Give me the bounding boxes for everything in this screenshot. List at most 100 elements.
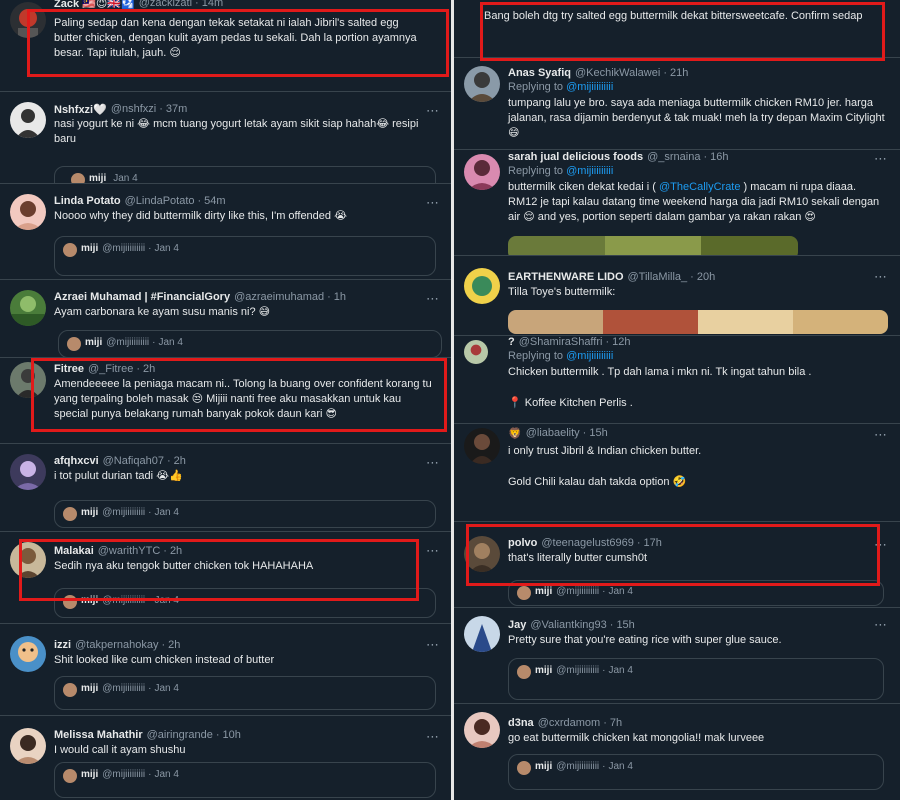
author-handle[interactable]: @zackizati	[139, 0, 192, 9]
author-handle[interactable]: @warithYTC	[98, 545, 161, 557]
avatar[interactable]	[10, 636, 46, 672]
tweet-bittersweet[interactable]: Bang boleh dtg try salted egg buttermilk…	[454, 0, 900, 58]
tweet-azraei[interactable]: ⋯ Azraei Muhamad | #FinancialGory @azrae…	[0, 280, 452, 358]
tweet-time[interactable]: 7h	[610, 717, 622, 729]
author-handle[interactable]: @azraeimuhamad	[234, 291, 324, 303]
author-name[interactable]: sarah jual delicious foods	[508, 151, 643, 163]
author-name[interactable]: afqhxcvi	[54, 455, 99, 467]
avatar[interactable]	[464, 712, 500, 748]
author-name[interactable]: Malakai	[54, 545, 94, 557]
author-name[interactable]: Linda Potato	[54, 195, 121, 207]
avatar[interactable]	[464, 616, 500, 652]
mention-link[interactable]: @TheCallyCrate	[659, 181, 740, 193]
author-handle[interactable]: @liabaelity	[526, 427, 580, 439]
tweet-time[interactable]: 2h	[143, 363, 155, 375]
tweet-time[interactable]: 2h	[170, 545, 182, 557]
author-handle[interactable]: @takpernahokay	[75, 639, 158, 651]
avatar[interactable]	[464, 268, 500, 304]
reply-mention-link[interactable]: @mijiiiiiiiii	[566, 81, 613, 93]
tweet-nshfxzi[interactable]: ⋯ Nshfxzi🤍 @nshfxzi · 37m nasi yogurt ke…	[0, 92, 452, 184]
tweet-liabaelity[interactable]: ⋯ 🦁 @liabaelity · 15h i only trust Jibri…	[454, 424, 900, 522]
avatar[interactable]	[10, 194, 46, 230]
tweet-earthenware-lido[interactable]: ⋯ EARTHENWARE LIDO @TillaMilla_ · 20h Ti…	[454, 256, 900, 336]
author-handle[interactable]: @airingrande	[147, 729, 213, 741]
author-handle[interactable]: @ShamiraShaffri	[519, 336, 603, 348]
quoted-tweet[interactable]: miji Jan 4	[54, 166, 436, 183]
tweet-d3na[interactable]: d3na @cxrdamom · 7h go eat buttermilk ch…	[454, 704, 900, 800]
tweet-afqhxcvi[interactable]: ⋯ afqhxcvi @Nafiqah07 · 2h i tot pulut d…	[0, 444, 452, 532]
avatar[interactable]	[10, 290, 46, 326]
quoted-tweet[interactable]: miji @mijiiiiiiiii · Jan 4	[508, 754, 884, 790]
tweet-linda-potato[interactable]: ⋯ Linda Potato @LindaPotato · 54m Noooo …	[0, 184, 452, 280]
tweet-zack[interactable]: Zack 🇲🇾😈🇬🇧🛂 @zackizati · 14m Paling seda…	[0, 0, 452, 92]
tweet-time[interactable]: 20h	[697, 271, 715, 283]
quoted-tweet[interactable]: miji @mijiiiiiiiii · Jan 4	[54, 762, 436, 798]
author-name[interactable]: izzi	[54, 639, 71, 651]
tweet-anas-syafiq[interactable]: Anas Syafiq @KechikWalawei · 21h Replyin…	[454, 58, 900, 150]
tweet-time[interactable]: 1h	[334, 291, 346, 303]
avatar[interactable]	[10, 728, 46, 764]
author-handle[interactable]: @_Fitree	[88, 363, 133, 375]
author-handle[interactable]: @_srnaina	[647, 151, 700, 163]
author-name[interactable]: ?	[508, 336, 515, 348]
author-handle[interactable]: @nshfxzi	[111, 103, 156, 115]
tweet-time[interactable]: 2h	[174, 455, 186, 467]
tweet-image[interactable]	[508, 310, 888, 334]
tweet-time[interactable]: 15h	[589, 427, 607, 439]
tweet-time[interactable]: 15h	[616, 619, 634, 631]
author-name[interactable]: EARTHENWARE LIDO	[508, 271, 624, 283]
author-name[interactable]: Zack 🇲🇾😈🇬🇧🛂	[54, 0, 135, 10]
author-handle[interactable]: @Valiantking93	[530, 619, 606, 631]
tweet-time[interactable]: 10h	[223, 729, 241, 741]
tweet-time[interactable]: 16h	[710, 151, 728, 163]
tweet-time[interactable]: 12h	[612, 336, 630, 348]
tweet-time[interactable]: 14m	[202, 0, 223, 9]
avatar[interactable]	[464, 66, 500, 102]
tweet-melissa-mahathir[interactable]: ⋯ Melissa Mahathir @airingrande · 10h I …	[0, 716, 452, 800]
avatar[interactable]	[10, 454, 46, 490]
author-name[interactable]: polvo	[508, 537, 537, 549]
author-name[interactable]: Fitree	[54, 363, 84, 375]
tweet-jay[interactable]: ⋯ Jay @Valiantking93 · 15h Pretty sure t…	[454, 608, 900, 704]
author-name[interactable]: d3na	[508, 717, 534, 729]
quoted-tweet[interactable]: miji @mijiiiiiiiii · Jan 4	[54, 588, 436, 618]
tweet-image[interactable]	[508, 236, 798, 255]
tweet-time[interactable]: 17h	[644, 537, 662, 549]
author-handle[interactable]: @LindaPotato	[125, 195, 195, 207]
quoted-tweet[interactable]: miji @mijiiiiiiiii · Jan 4	[54, 236, 436, 276]
author-handle[interactable]: @cxrdamom	[538, 717, 601, 729]
quoted-tweet[interactable]: miji @mijiiiiiiiii · Jan 4	[508, 580, 884, 606]
tweet-time[interactable]: 21h	[670, 67, 688, 79]
author-handle[interactable]: @TillaMilla_	[628, 271, 688, 283]
tweet-time[interactable]: 37m	[166, 103, 187, 115]
quoted-tweet[interactable]: miji @mijiiiiiiiii · Jan 4	[54, 500, 436, 528]
author-name[interactable]: 🦁	[508, 427, 522, 440]
tweet-fitree[interactable]: Fitree @_Fitree · 2h Amendeeeee la penia…	[0, 358, 452, 444]
reply-mention-link[interactable]: @mijiiiiiiiii	[566, 165, 613, 177]
avatar[interactable]	[464, 536, 500, 572]
quoted-tweet[interactable]: miji @mijiiiiiiiii · Jan 4	[58, 330, 442, 357]
quoted-tweet[interactable]: miji @mijiiiiiiiii · Jan 4	[54, 676, 436, 710]
author-handle[interactable]: @Nafiqah07	[103, 455, 164, 467]
tweet-time[interactable]: 54m	[204, 195, 225, 207]
author-name[interactable]: Anas Syafiq	[508, 67, 571, 79]
avatar[interactable]	[464, 154, 500, 190]
tweet-sarah-jual[interactable]: ⋯ sarah jual delicious foods @_srnaina ·…	[454, 150, 900, 256]
tweet-time[interactable]: 2h	[168, 639, 180, 651]
avatar[interactable]	[464, 340, 488, 364]
avatar[interactable]	[10, 362, 46, 398]
avatar[interactable]	[10, 2, 46, 38]
author-handle[interactable]: @KechikWalawei	[575, 67, 660, 79]
author-name[interactable]: Melissa Mahathir	[54, 729, 143, 741]
author-name[interactable]: Azraei Muhamad | #FinancialGory	[54, 291, 230, 303]
tweet-shamira[interactable]: ? @ShamiraShaffri · 12h Replying to @mij…	[454, 336, 900, 424]
reply-mention-link[interactable]: @mijiiiiiiiii	[566, 350, 613, 362]
author-handle[interactable]: @teenagelust6969	[541, 537, 634, 549]
tweet-malakai[interactable]: ⋯ Malakai @warithYTC · 2h Sedih nya aku …	[0, 532, 452, 624]
tweet-izzi[interactable]: ⋯ izzi @takpernahokay · 2h Shit looked l…	[0, 624, 452, 716]
avatar[interactable]	[464, 428, 500, 464]
tweet-polvo[interactable]: ⋯ polvo @teenagelust6969 · 17h that's li…	[454, 522, 900, 608]
avatar[interactable]	[10, 102, 46, 138]
avatar[interactable]	[10, 542, 46, 578]
author-name[interactable]: Jay	[508, 619, 526, 631]
